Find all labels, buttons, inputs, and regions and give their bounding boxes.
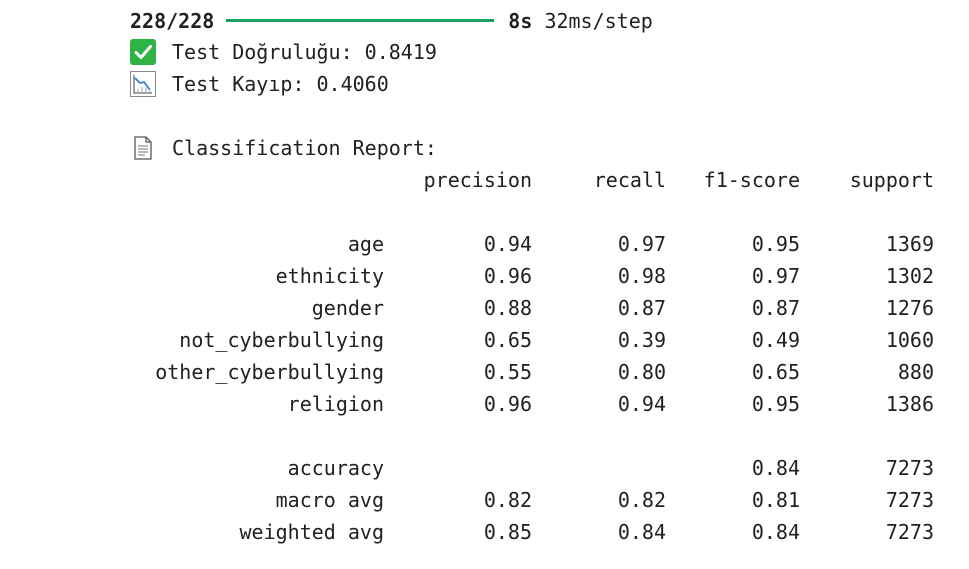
support-cell: 1369 [885,232,934,256]
row-label: weighted avg [239,520,385,544]
recall-cell: 0.94 [617,392,666,416]
support-cell: 7273 [885,488,934,512]
progress-time: 8s [508,9,533,33]
row-label: accuracy [287,456,384,480]
progress-bar [226,19,495,22]
row-label: other_cyberbullying [155,360,384,384]
support-cell: 1302 [885,264,934,288]
report-heading-text: Classification Report: [172,136,437,160]
precision-cell: 0.94 [483,232,532,256]
recall-cell: 0.97 [617,232,666,256]
row-label: religion [287,392,384,416]
progress-rate: 32ms/step [544,9,653,33]
recall-cell: 0.98 [617,264,666,288]
column-header: support [849,168,934,192]
progress-steps: 228/228 [130,9,215,33]
precision-cell [384,452,532,484]
support-cell: 880 [897,360,934,384]
chart-decreasing-icon [130,70,156,97]
recall-cell [532,452,666,484]
column-header: precision [423,168,532,192]
loss-text: Test Kayıp: 0.4060 [172,72,389,96]
f1-cell: 0.84 [751,520,800,544]
recall-cell: 0.80 [617,360,666,384]
f1-cell: 0.95 [751,392,800,416]
f1-cell: 0.87 [751,296,800,320]
loss-line: Test Kayıp: 0.4060 [130,68,389,100]
row-label: macro avg [275,488,384,512]
recall-cell: 0.39 [617,328,666,352]
precision-cell: 0.96 [483,264,532,288]
f1-cell: 0.49 [751,328,800,352]
accuracy-line: Test Doğruluğu: 0.8419 [130,36,437,68]
table-row: religion 0.96 0.94 0.95 1386 [120,388,934,420]
table-row: ethnicity 0.96 0.98 0.97 1302 [120,260,934,292]
row-label: gender [311,296,384,320]
column-header: f1-score [703,168,800,192]
table-row: not_cyberbullying 0.65 0.39 0.49 1060 [120,324,934,356]
progress-line: 228/228 8s 32ms/step [130,5,653,37]
support-cell: 7273 [885,520,934,544]
support-cell: 7273 [885,456,934,480]
page-document-icon [130,135,156,161]
support-cell: 1386 [885,392,934,416]
row-label: ethnicity [275,264,384,288]
precision-cell: 0.65 [483,328,532,352]
summary-row: weighted avg 0.85 0.84 0.84 7273 [120,516,935,548]
precision-cell: 0.88 [483,296,532,320]
f1-cell: 0.65 [751,360,800,384]
table-header-row: precision recall f1-score support [120,164,934,196]
table-row: gender 0.88 0.87 0.87 1276 [120,292,934,324]
report-heading: Classification Report: [130,132,437,164]
recall-cell: 0.87 [617,296,666,320]
recall-cell: 0.84 [617,520,666,544]
f1-cell: 0.81 [751,488,800,512]
summary-row: macro avg 0.82 0.82 0.81 7273 [120,484,934,516]
summary-row: accuracy 0.84 7273 [120,452,934,484]
f1-cell: 0.97 [751,264,800,288]
table-row: age 0.94 0.97 0.95 1369 [120,228,934,260]
recall-cell: 0.82 [617,488,666,512]
precision-cell: 0.82 [483,488,532,512]
f1-cell: 0.95 [751,232,800,256]
row-label: not_cyberbullying [179,328,384,352]
precision-cell: 0.96 [483,392,532,416]
column-header: recall [593,168,666,192]
f1-cell: 0.84 [751,456,800,480]
accuracy-text: Test Doğruluğu: 0.8419 [172,40,437,64]
table-row: other_cyberbullying 0.55 0.80 0.65 880 [120,356,934,388]
precision-cell: 0.55 [483,360,532,384]
row-label: age [347,232,384,256]
support-cell: 1060 [885,328,934,352]
precision-cell: 0.85 [483,520,532,544]
support-cell: 1276 [885,296,934,320]
check-mark-icon [130,38,156,65]
classification-report-table: precision recall f1-score support age 0.… [120,164,934,548]
